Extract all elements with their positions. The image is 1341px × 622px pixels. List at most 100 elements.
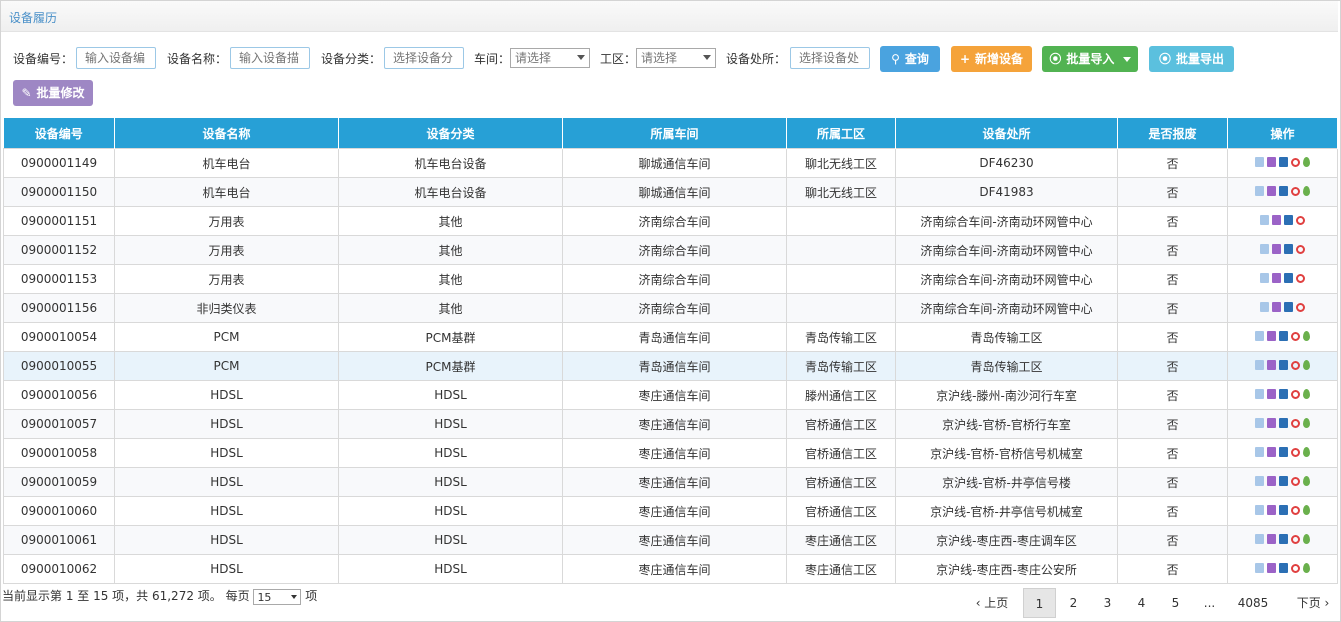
device-name-input[interactable] [230, 47, 310, 69]
document-icon[interactable] [1284, 244, 1293, 254]
table-row[interactable]: 0900010060 HDSL HDSL 枣庄通信车间 官桥通信工区 京沪线-官桥-井亭信… [3, 496, 1338, 526]
edit-icon[interactable] [1255, 447, 1264, 457]
edit-icon[interactable] [1260, 302, 1269, 312]
book-icon[interactable] [1267, 447, 1276, 457]
ban-icon[interactable] [1291, 418, 1300, 428]
query-button[interactable]: ⚲ 查询 [880, 46, 940, 72]
page-button[interactable]: 4085 [1233, 588, 1273, 618]
column-header[interactable]: 所属车间 [562, 118, 787, 149]
edit-icon[interactable] [1255, 331, 1264, 341]
column-header[interactable]: 设备编号 [3, 118, 115, 149]
document-icon[interactable] [1279, 505, 1288, 515]
work-area-select[interactable]: 请选择 [636, 48, 716, 68]
batch-export-button[interactable]: ⦿ 批量导出 [1149, 46, 1234, 72]
document-icon[interactable] [1284, 215, 1293, 225]
table-row[interactable]: 0900010054 PCM PCM基群 青岛通信车间 青岛传输工区 青岛传输工区否 [3, 322, 1338, 352]
document-icon[interactable] [1279, 418, 1288, 428]
edit-icon[interactable] [1255, 534, 1264, 544]
table-row[interactable]: 0900010061 HDSL HDSL 枣庄通信车间 枣庄通信工区 京沪线-枣庄西-枣庄… [3, 525, 1338, 555]
ban-icon[interactable] [1291, 534, 1300, 544]
book-icon[interactable] [1272, 302, 1281, 312]
table-row[interactable]: 0900010062 HDSL HDSL 枣庄通信车间 枣庄通信工区 京沪线-枣庄西-枣庄… [3, 554, 1338, 584]
map-pin-icon[interactable] [1303, 418, 1310, 428]
ban-icon[interactable] [1291, 505, 1300, 515]
document-icon[interactable] [1279, 331, 1288, 341]
document-icon[interactable] [1279, 360, 1288, 370]
ban-icon[interactable] [1291, 186, 1300, 196]
edit-icon[interactable] [1260, 273, 1269, 283]
page-button[interactable]: 5 [1160, 588, 1191, 618]
ban-icon[interactable] [1296, 244, 1305, 254]
page-button[interactable]: 1 [1023, 588, 1056, 618]
ban-icon[interactable] [1291, 157, 1300, 167]
workshop-select[interactable]: 请选择 [510, 48, 590, 68]
page-button[interactable]: 2 [1058, 588, 1089, 618]
document-icon[interactable] [1279, 389, 1288, 399]
add-device-button[interactable]: + 新增设备 [951, 46, 1032, 72]
batch-import-button[interactable]: ⦿ 批量导入 [1042, 46, 1138, 72]
book-icon[interactable] [1267, 360, 1276, 370]
ban-icon[interactable] [1291, 360, 1300, 370]
book-icon[interactable] [1267, 389, 1276, 399]
book-icon[interactable] [1267, 186, 1276, 196]
table-row[interactable]: 0900001152 万用表 其他 济南综合车间 济南综合车间-济南动环网管中心否 [3, 235, 1338, 265]
ban-icon[interactable] [1296, 302, 1305, 312]
map-pin-icon[interactable] [1303, 331, 1310, 341]
table-row[interactable]: 0900001151 万用表 其他 济南综合车间 济南综合车间-济南动环网管中心否 [3, 206, 1338, 236]
document-icon[interactable] [1279, 563, 1288, 573]
document-icon[interactable] [1279, 157, 1288, 167]
column-header[interactable]: 是否报废 [1117, 118, 1228, 149]
table-row[interactable]: 0900010056 HDSL HDSL 枣庄通信车间 滕州通信工区 京沪线-滕州-南沙河… [3, 380, 1338, 410]
column-header[interactable]: 设备分类 [338, 118, 563, 149]
page-button[interactable]: 3 [1092, 588, 1123, 618]
document-icon[interactable] [1284, 302, 1293, 312]
document-icon[interactable] [1279, 534, 1288, 544]
table-row[interactable]: 0900010055 PCM PCM基群 青岛通信车间 青岛传输工区 青岛传输工区否 [3, 351, 1338, 381]
edit-icon[interactable] [1255, 360, 1264, 370]
batch-edit-button[interactable]: ✎ 批量修改 [13, 80, 93, 106]
table-row[interactable]: 0900001150 机车电台 机车电台设备 聊城通信车间 聊北无线工区 DF41983 否 [3, 177, 1338, 207]
table-row[interactable]: 0900010058 HDSL HDSL 枣庄通信车间 官桥通信工区 京沪线-官桥-官桥信… [3, 438, 1338, 468]
map-pin-icon[interactable] [1303, 157, 1310, 167]
map-pin-icon[interactable] [1303, 389, 1310, 399]
book-icon[interactable] [1272, 215, 1281, 225]
book-icon[interactable] [1272, 244, 1281, 254]
map-pin-icon[interactable] [1303, 186, 1310, 196]
edit-icon[interactable] [1255, 505, 1264, 515]
book-icon[interactable] [1267, 331, 1276, 341]
ban-icon[interactable] [1296, 273, 1305, 283]
edit-icon[interactable] [1255, 476, 1264, 486]
column-header[interactable]: 所属工区 [786, 118, 896, 149]
book-icon[interactable] [1267, 418, 1276, 428]
map-pin-icon[interactable] [1303, 563, 1310, 573]
document-icon[interactable] [1284, 273, 1293, 283]
map-pin-icon[interactable] [1303, 447, 1310, 457]
book-icon[interactable] [1267, 476, 1276, 486]
document-icon[interactable] [1279, 476, 1288, 486]
ban-icon[interactable] [1291, 389, 1300, 399]
edit-icon[interactable] [1255, 563, 1264, 573]
ban-icon[interactable] [1291, 476, 1300, 486]
book-icon[interactable] [1267, 534, 1276, 544]
column-header[interactable]: 设备处所 [895, 118, 1118, 149]
document-icon[interactable] [1279, 447, 1288, 457]
edit-icon[interactable] [1255, 418, 1264, 428]
edit-icon[interactable] [1255, 186, 1264, 196]
table-row[interactable]: 0900010059 HDSL HDSL 枣庄通信车间 官桥通信工区 京沪线-官桥-井亭信… [3, 467, 1338, 497]
edit-icon[interactable] [1255, 157, 1264, 167]
book-icon[interactable] [1267, 563, 1276, 573]
device-no-input[interactable] [76, 47, 156, 69]
location-input[interactable] [790, 47, 870, 69]
map-pin-icon[interactable] [1303, 505, 1310, 515]
column-header[interactable]: 设备名称 [114, 118, 339, 149]
map-pin-icon[interactable] [1303, 360, 1310, 370]
ban-icon[interactable] [1296, 215, 1305, 225]
edit-icon[interactable] [1260, 244, 1269, 254]
map-pin-icon[interactable] [1303, 476, 1310, 486]
page-button[interactable]: 4 [1126, 588, 1157, 618]
ban-icon[interactable] [1291, 331, 1300, 341]
book-icon[interactable] [1272, 273, 1281, 283]
device-category-input[interactable] [384, 47, 464, 69]
table-row[interactable]: 0900001153 万用表 其他 济南综合车间 济南综合车间-济南动环网管中心否 [3, 264, 1338, 294]
next-page-button[interactable]: 下页 › [1291, 588, 1335, 618]
